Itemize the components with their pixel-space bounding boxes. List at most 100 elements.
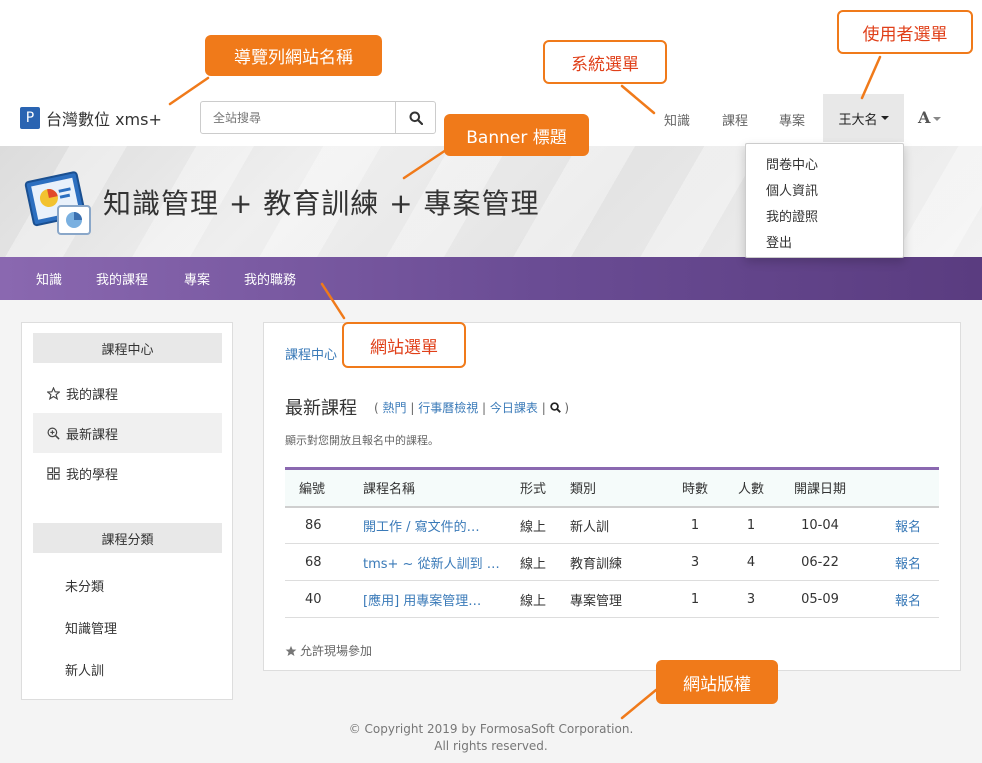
site-menu-projects[interactable]: 專案 [184,269,210,288]
system-menu-knowledge[interactable]: 知識 [664,110,690,129]
banner-title: 知識管理 + 教育訓練 + 專案管理 [103,187,540,220]
site-copyright: © Copyright 2019 by FormosaSoft Corporat… [0,721,982,755]
cell-start-date: 05-09 [771,580,869,618]
search-input[interactable] [201,102,395,133]
callout-banner-title: Banner 標題 [444,114,589,156]
callout-user-menu: 使用者選單 [837,10,973,54]
sidebar-item-my-programs[interactable]: 我的學程 [33,453,222,493]
cell-action: 報名 [869,543,939,581]
cell-id: 68 [285,543,349,581]
link-popular[interactable]: 熱門 [383,401,407,415]
table-row: 40 [應用] 用專案管理… 線上 專案管理 1 3 05-09 報名 [285,580,939,618]
enroll-link[interactable]: 報名 [895,520,921,535]
site-menu-my-duties[interactable]: 我的職務 [244,269,296,288]
cell-people: 3 [731,580,771,618]
enroll-link[interactable]: 報名 [895,594,921,609]
star-icon [285,645,297,656]
sidebar-category-new-hire-training[interactable]: 新人訓 [65,660,104,679]
sidebar-item-my-courses[interactable]: 我的課程 [33,373,222,413]
search-icon [409,111,423,125]
course-link[interactable]: 開工作 / 寫文件的… [363,520,480,535]
callout-navbar-site-name: 導覽列網站名稱 [205,35,382,76]
dropdown-item-certificates[interactable]: 我的證照 [766,206,818,225]
walk-in-note: 允許現場參加 [285,642,372,659]
site-menu-knowledge[interactable]: 知識 [36,269,62,288]
column-header-hours[interactable]: 時數 [659,467,731,508]
cell-people: 4 [731,543,771,581]
course-link[interactable]: [應用] 用專案管理… [363,594,481,609]
dropdown-item-profile[interactable]: 個人資訊 [766,180,818,199]
course-table: 編號 課程名稱 形式 類別 時數 人數 開課日期 86 開工作 / 寫文件的… … [285,467,939,618]
page-title: 最新課程 [285,398,357,419]
copyright-line: © Copyright 2019 by FormosaSoft Corporat… [348,722,634,736]
caret-down-icon [933,116,942,121]
cell-course-name: tms+ ~ 從新人訓到 … [349,543,506,581]
user-name: 王大名 [838,112,878,128]
grid-icon [47,466,60,480]
search-box [200,101,436,134]
column-header-action [869,467,939,508]
cell-id: 86 [285,506,349,544]
cell-hours: 3 [659,543,731,581]
table-row: 86 開工作 / 寫文件的… 線上 新人訓 1 1 10-04 報名 [285,506,939,544]
view-links: ( 熱門 | 行事曆檢視 | 今日課表 | ) [374,401,570,415]
cell-format: 線上 [506,506,556,544]
system-menu-projects[interactable]: 專案 [779,110,805,129]
zoom-in-icon [47,427,60,440]
brand[interactable]: P 台灣數位 xms+ [20,106,162,130]
star-outline-icon [47,386,60,400]
cell-category: 專案管理 [556,580,659,618]
column-header-people[interactable]: 人數 [731,467,771,508]
font-icon: A [918,108,931,127]
user-dropdown-menu: 問卷中心 個人資訊 我的證照 登出 [745,143,904,258]
breadcrumb[interactable]: 課程中心 [285,344,337,363]
walk-in-note-text: 允許現場參加 [300,644,373,658]
cell-start-date: 10-04 [771,506,869,544]
sidebar: 課程中心 我的課程 最新課程 我的學程 課程分類 未分類 知識管理 新人訓 [21,322,233,700]
column-header-start-date[interactable]: 開課日期 [771,467,869,508]
dropdown-item-logout[interactable]: 登出 [766,232,792,251]
column-header-name[interactable]: 課程名稱 [349,467,506,508]
system-menu-courses[interactable]: 課程 [722,110,748,129]
search-icon[interactable] [549,402,561,413]
dropdown-item-surveys[interactable]: 問卷中心 [766,154,818,173]
sidebar-course-center-title: 課程中心 [33,333,222,363]
callout-system-menu: 系統選單 [543,40,667,84]
column-header-category[interactable]: 類別 [556,467,659,508]
cell-start-date: 06-22 [771,543,869,581]
cell-people: 1 [731,506,771,544]
sidebar-category-knowledge-management[interactable]: 知識管理 [65,618,117,637]
main-panel: 課程中心 最新課程 ( 熱門 | 行事曆檢視 | 今日課表 | ) 顯示對您開放… [263,322,961,671]
table-row: 68 tms+ ~ 從新人訓到 … 線上 教育訓練 3 4 06-22 報名 [285,543,939,581]
brand-logo-icon: P [20,107,40,129]
course-link[interactable]: tms+ ~ 從新人訓到 … [363,557,500,572]
link-today-schedule[interactable]: 今日課表 [490,401,538,415]
sidebar-category-uncategorized[interactable]: 未分類 [65,576,104,595]
link-calendar-view[interactable]: 行事曆檢視 [418,401,478,415]
cell-format: 線上 [506,543,556,581]
callout-site-menu: 網站選單 [342,322,466,368]
enroll-link[interactable]: 報名 [895,557,921,572]
sidebar-item-label: 我的課程 [66,387,119,403]
site-menu-my-courses[interactable]: 我的課程 [96,269,148,288]
cell-hours: 1 [659,506,731,544]
table-header-row: 編號 課程名稱 形式 類別 時數 人數 開課日期 [285,467,939,508]
sidebar-category-title: 課程分類 [33,523,222,553]
cell-course-name: [應用] 用專案管理… [349,580,506,618]
presentation-icon [24,171,91,235]
sidebar-item-label: 最新課程 [66,427,119,443]
font-size-menu[interactable]: A [918,108,942,127]
cell-id: 40 [285,580,349,618]
search-button[interactable] [395,102,435,133]
sidebar-item-label: 我的學程 [66,467,119,483]
cell-category: 新人訓 [556,506,659,544]
page-description: 顯示對您開放且報名中的課程。 [285,434,439,447]
user-menu-button[interactable]: 王大名 [823,94,904,142]
cell-hours: 1 [659,580,731,618]
cell-action: 報名 [869,506,939,544]
cell-category: 教育訓練 [556,543,659,581]
cell-format: 線上 [506,580,556,618]
sidebar-item-latest-courses[interactable]: 最新課程 [33,413,222,453]
column-header-format[interactable]: 形式 [506,467,556,508]
column-header-id[interactable]: 編號 [285,467,349,508]
